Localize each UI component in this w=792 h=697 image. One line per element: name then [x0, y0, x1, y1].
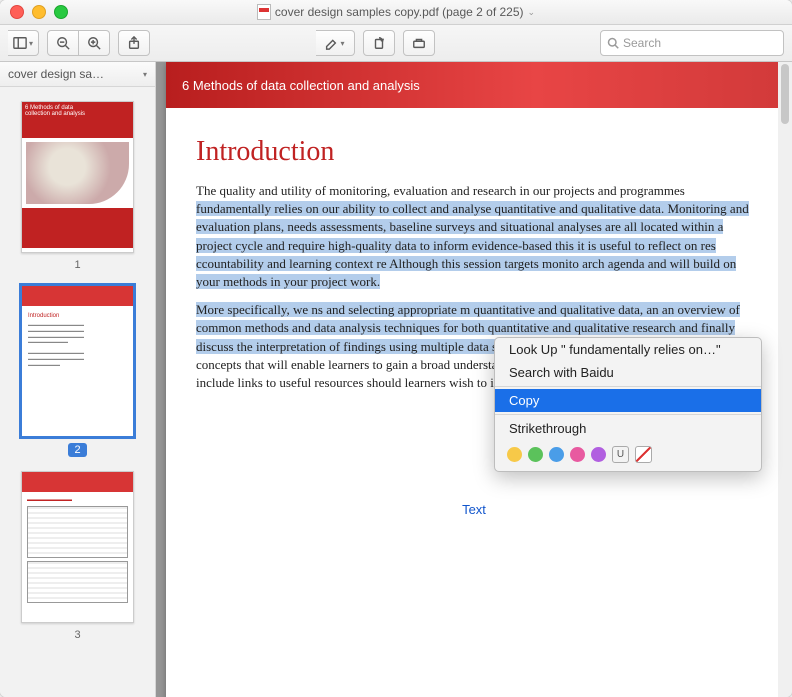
- menu-separator: [495, 414, 761, 415]
- underline-option[interactable]: U: [612, 446, 629, 463]
- page-banner: 6 Methods of data collection and analysi…: [166, 62, 782, 108]
- thumb1-header: 6 Methods of data collection and analysi…: [22, 102, 133, 138]
- p2-sel-a: More specifically, we: [196, 302, 311, 317]
- highlight-yellow[interactable]: [507, 447, 522, 462]
- p1-plain: The quality and utility of monitoring, e…: [196, 183, 685, 198]
- chevron-down-icon: ▾: [143, 70, 147, 79]
- highlight-green[interactable]: [528, 447, 543, 462]
- zoom-out-icon: [56, 36, 70, 50]
- toolbar: ▾ ▾ Search: [0, 25, 792, 62]
- content-area: cover design sa… ▾ 6 Methods of data col…: [0, 62, 792, 697]
- search-placeholder: Search: [623, 36, 661, 50]
- sidebar-dropdown[interactable]: cover design sa… ▾: [0, 62, 155, 87]
- zoom-out-button[interactable]: [47, 30, 79, 56]
- highlight-purple[interactable]: [591, 447, 606, 462]
- window-title: cover design samples copy.pdf (page 2 of…: [0, 4, 792, 20]
- search-field[interactable]: Search: [600, 30, 784, 56]
- sidebar-view-button[interactable]: ▾: [8, 30, 39, 56]
- highlight-pink[interactable]: [570, 447, 585, 462]
- menu-separator: [495, 386, 761, 387]
- zoom-group: [47, 30, 110, 56]
- share-button[interactable]: [118, 30, 150, 56]
- chevron-down-icon: ▾: [29, 39, 33, 48]
- menu-copy[interactable]: Copy: [495, 389, 761, 412]
- highlight-color-row: U: [495, 440, 761, 471]
- document-viewport[interactable]: 6 Methods of data collection and analysi…: [156, 62, 792, 697]
- highlight-group: ▾: [316, 30, 355, 56]
- thumbnail-image: ▬▬▬▬▬▬▬▬▬: [21, 471, 134, 623]
- thumbnail-sidebar: cover design sa… ▾ 6 Methods of data col…: [0, 62, 156, 697]
- chevron-down-icon: ▾: [340, 39, 344, 48]
- context-menu: Look Up " fundamentally relies on…" Sear…: [494, 337, 762, 472]
- zoom-in-button[interactable]: [79, 30, 110, 56]
- close-window-button[interactable]: [10, 5, 24, 19]
- thumbnail-image: Introduction▬▬▬▬▬▬▬▬▬▬▬▬▬▬▬▬▬▬▬▬▬▬▬▬▬▬▬▬…: [21, 285, 134, 437]
- thumbnail-image: 6 Methods of data collection and analysi…: [21, 101, 134, 253]
- rotate-button[interactable]: [363, 30, 395, 56]
- menu-look-up[interactable]: Look Up " fundamentally relies on…": [495, 338, 761, 361]
- share-icon: [127, 36, 141, 50]
- thumbnail-list[interactable]: 6 Methods of data collection and analysi…: [0, 87, 155, 697]
- heading-introduction: Introduction: [196, 136, 752, 168]
- thumbnail-page-1[interactable]: 6 Methods of data collection and analysi…: [10, 101, 145, 271]
- view-mode-group: ▾: [8, 30, 39, 56]
- text-link[interactable]: Text: [196, 502, 752, 517]
- sidebar-dropdown-label: cover design sa…: [8, 67, 104, 81]
- paragraph-1[interactable]: The quality and utility of monitoring, e…: [196, 182, 752, 291]
- page-number-label: 3: [74, 629, 80, 641]
- highlight-blue[interactable]: [549, 447, 564, 462]
- page-number-label: 2: [68, 443, 86, 457]
- thumbnail-page-3[interactable]: ▬▬▬▬▬▬▬▬▬ 3: [10, 471, 145, 641]
- rotate-icon: [372, 36, 386, 50]
- highlighter-icon: [324, 36, 338, 50]
- pdf-file-icon: [257, 4, 271, 20]
- markup-button[interactable]: [403, 30, 435, 56]
- title-dropdown-icon[interactable]: ⌄: [528, 7, 536, 18]
- toolbox-icon: [412, 36, 426, 50]
- menu-strikethrough[interactable]: Strikethrough: [495, 417, 761, 440]
- highlight-button[interactable]: ▾: [316, 30, 355, 56]
- banner-text: 6 Methods of data collection and analysi…: [182, 78, 420, 93]
- menu-search-baidu[interactable]: Search with Baidu: [495, 361, 761, 384]
- sidebar-split-icon: [13, 36, 27, 50]
- zoom-window-button[interactable]: [54, 5, 68, 19]
- vertical-scrollbar[interactable]: [778, 62, 792, 697]
- titlebar: cover design samples copy.pdf (page 2 of…: [0, 0, 792, 25]
- thumbnail-page-2[interactable]: Introduction▬▬▬▬▬▬▬▬▬▬▬▬▬▬▬▬▬▬▬▬▬▬▬▬▬▬▬▬…: [10, 285, 145, 457]
- search-icon: [607, 37, 619, 49]
- clear-highlight[interactable]: [635, 446, 652, 463]
- window-title-text: cover design samples copy.pdf (page 2 of…: [275, 5, 524, 19]
- page-number-label: 1: [74, 259, 80, 271]
- p2-sel-b: ns and selecting appropriate m quantitat…: [311, 302, 658, 317]
- zoom-in-icon: [87, 36, 101, 50]
- minimize-window-button[interactable]: [32, 5, 46, 19]
